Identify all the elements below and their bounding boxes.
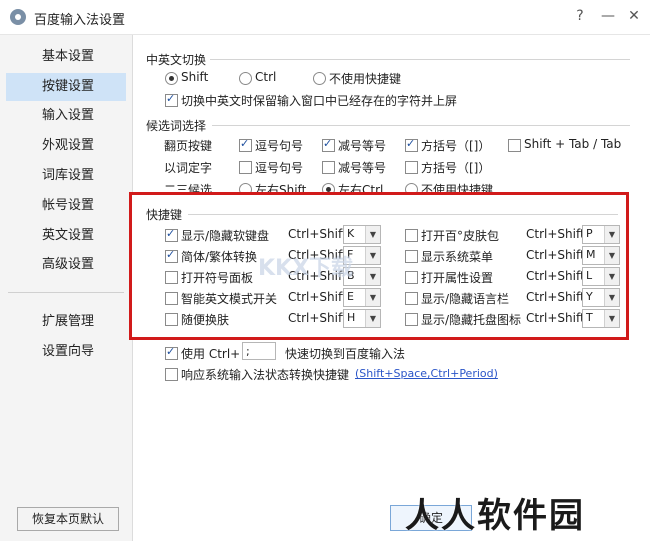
sidebar-item-english[interactable]: 英文设置 (6, 222, 126, 250)
sidebar-item-input[interactable]: 输入设置 (6, 102, 126, 130)
radio-ctrl[interactable] (239, 72, 252, 85)
ctrl-key-input[interactable]: ; (242, 342, 276, 360)
use-ctrl-checkbox[interactable] (165, 345, 178, 360)
close-button[interactable]: ✕ (623, 6, 645, 26)
use-ctrl-suffix: 快速切换到百度输入法 (285, 347, 406, 361)
page-bracket-checkbox[interactable] (405, 137, 418, 152)
word-minus-label: 减号等号 (338, 161, 387, 175)
page-bracket-label: 方括号（[]） (421, 139, 491, 153)
divider (210, 59, 630, 60)
window-title: 百度输入法设置 (34, 13, 126, 28)
keep-text-label: 切换中英文时保留输入窗口中已经存在的字符并上屏 (181, 94, 458, 108)
word-minus-checkbox[interactable] (322, 161, 335, 174)
sidebar-divider (8, 292, 124, 293)
watermark: 人人软件园 (405, 496, 585, 536)
page-keys-label: 翻页按键 (164, 139, 213, 153)
sidebar-item-extensions[interactable]: 扩展管理 (6, 308, 126, 336)
page-minus-checkbox[interactable] (322, 137, 335, 152)
word-comma-label: 逗号句号 (255, 161, 304, 175)
word-bracket-label: 方括号（[]） (421, 161, 491, 175)
page-shift-tab-label: Shift + Tab / Tab (524, 137, 622, 151)
page-minus-label: 减号等号 (338, 139, 387, 153)
radio-ctrl-label: Ctrl (255, 70, 277, 84)
keep-text-checkbox[interactable] (165, 92, 178, 107)
page-comma-checkbox[interactable] (239, 137, 252, 152)
sidebar: 基本设置 按键设置 输入设置 外观设置 词库设置 帐号设置 英文设置 高级设置 … (0, 35, 133, 541)
use-ctrl-label: 使用 Ctrl+ (181, 347, 241, 361)
radio-shift-label: Shift (181, 70, 209, 84)
sidebar-item-keys[interactable]: 按键设置 (6, 73, 126, 101)
help-icon[interactable]: ? (569, 6, 591, 26)
sidebar-item-advanced[interactable]: 高级设置 (6, 251, 126, 279)
radio-no-hotkey-label: 不使用快捷键 (329, 72, 402, 86)
section-title-candidate: 候选词选择 (146, 119, 207, 133)
sidebar-item-basic[interactable]: 基本设置 (6, 43, 126, 71)
sidebar-item-appearance[interactable]: 外观设置 (6, 132, 126, 160)
app-gear-icon (10, 9, 26, 25)
respond-system-checkbox[interactable] (165, 368, 178, 381)
divider (212, 125, 630, 126)
word-bracket-checkbox[interactable] (405, 161, 418, 174)
sidebar-item-wizard[interactable]: 设置向导 (6, 338, 126, 366)
highlight-box (129, 192, 629, 340)
sidebar-item-account[interactable]: 帐号设置 (6, 192, 126, 220)
word-comma-checkbox[interactable] (239, 161, 252, 174)
respond-system-label: 响应系统输入法状态转换快捷键 (181, 368, 350, 382)
reset-defaults-button[interactable]: 恢复本页默认 (17, 507, 119, 531)
minimize-button[interactable]: — (597, 6, 619, 26)
page-comma-label: 逗号句号 (255, 139, 304, 153)
page-shift-tab-checkbox[interactable] (508, 139, 521, 152)
sidebar-item-lexicon[interactable]: 词库设置 (6, 162, 126, 190)
section-title-cn-en: 中英文切换 (146, 53, 207, 67)
hotkey-combo-link[interactable]: (Shift+Space,Ctrl+Period) (355, 367, 498, 380)
word-to-char-label: 以词定字 (164, 161, 213, 175)
radio-shift[interactable] (165, 72, 178, 85)
radio-no-hotkey[interactable] (313, 72, 326, 85)
